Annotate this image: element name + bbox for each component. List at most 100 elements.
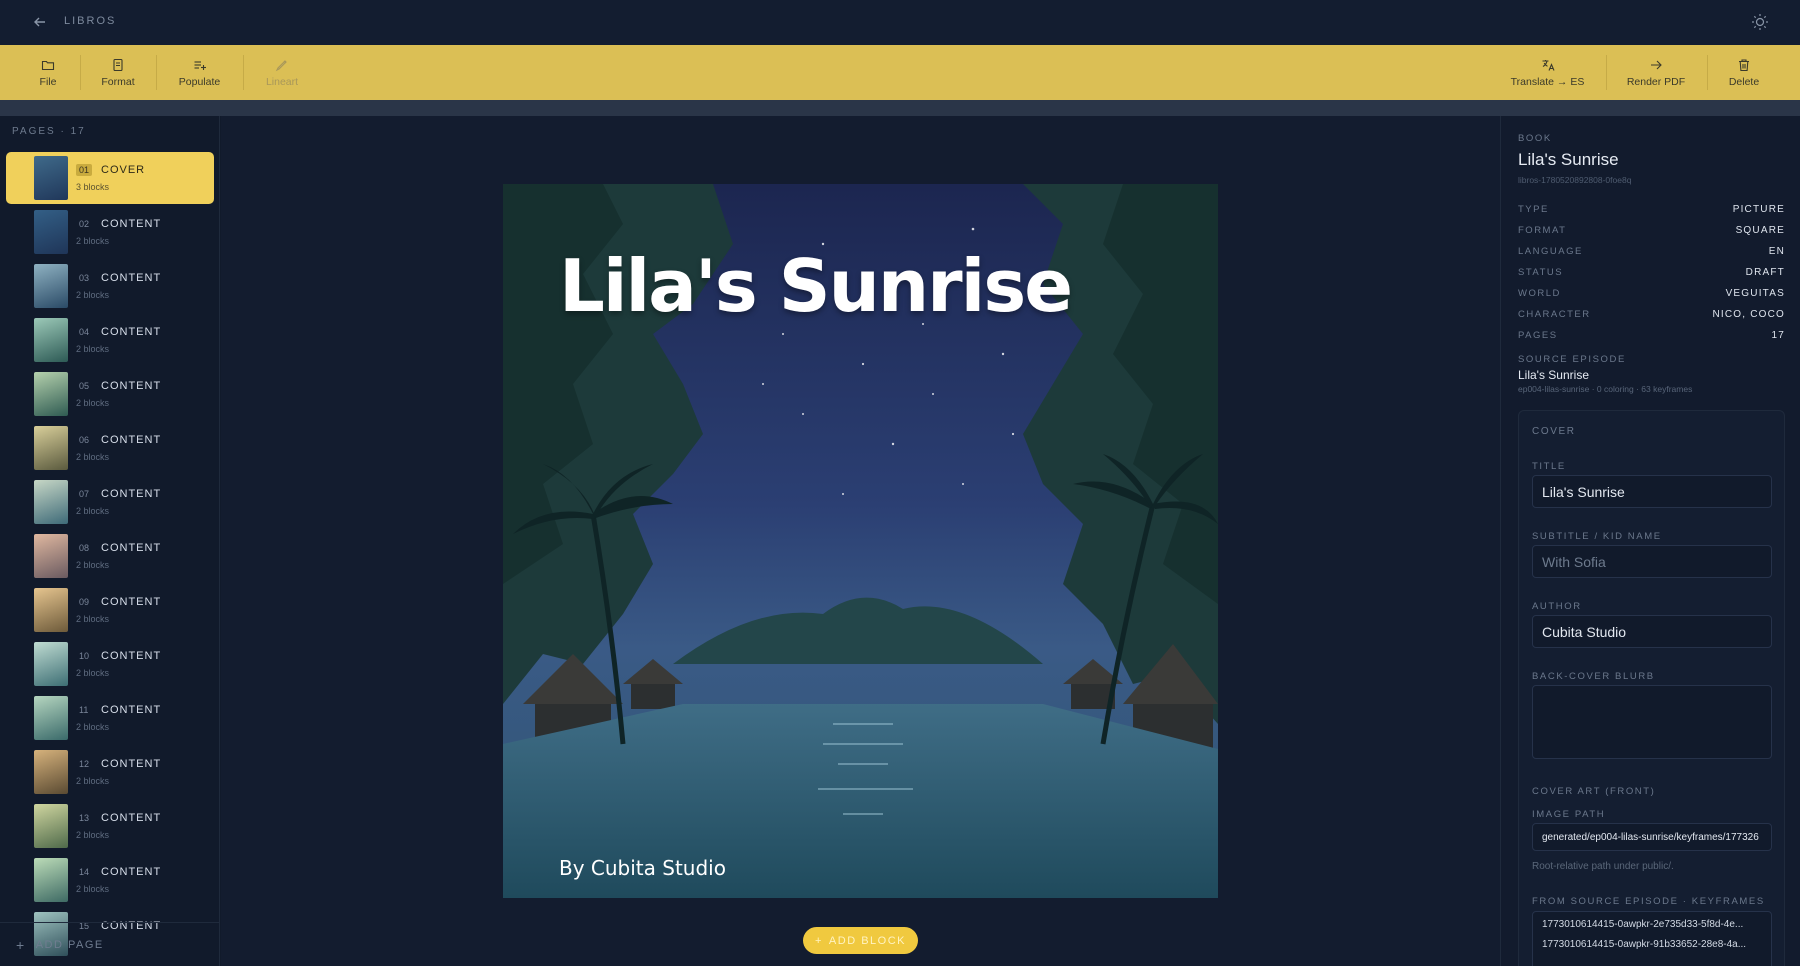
lineart-button[interactable]: Lineart <box>258 45 306 100</box>
trash-icon <box>1739 58 1749 71</box>
meta-value: EN <box>1768 246 1785 257</box>
page-item-07[interactable]: 07 CONTENT 2 blocks <box>6 476 214 528</box>
blurb-textarea[interactable] <box>1532 685 1772 759</box>
author-field-label: AUTHOR <box>1532 601 1582 612</box>
page-block-count: 2 blocks <box>76 344 110 354</box>
book-section-label: BOOK <box>1518 133 1552 144</box>
page-item-12[interactable]: 12 CONTENT 2 blocks <box>6 746 214 798</box>
page-number: 04 <box>79 327 90 337</box>
cover-title-text[interactable]: Lila's Sunrise <box>559 244 1073 328</box>
list-add-icon <box>194 60 206 70</box>
page-number: 06 <box>79 435 90 445</box>
meta-row-status: STATUS DRAFT <box>1518 267 1785 281</box>
page-thumbnail <box>34 858 68 902</box>
page-number: 05 <box>79 381 90 391</box>
page-block-count: 2 blocks <box>76 290 110 300</box>
page-thumbnail <box>34 534 68 578</box>
page-number: 09 <box>79 597 90 607</box>
page-block-count: 2 blocks <box>76 614 110 624</box>
toolbar-divider <box>80 55 81 90</box>
page-thumbnail <box>34 480 68 524</box>
page-item-11[interactable]: 11 CONTENT 2 blocks <box>6 692 214 744</box>
meta-row-pages: PAGES 17 <box>1518 330 1785 344</box>
page-type: COVER <box>101 164 146 176</box>
keyframe-list: 1773010614415-0awpkr-2e735d33-5f8d-4e...… <box>1532 911 1772 966</box>
translate-label: Translate → ES <box>1510 75 1585 88</box>
keyframe-option[interactable]: 1773010614415-0awpkr-91b33652-28e8-4a... <box>1533 932 1771 952</box>
cover-settings-card: COVER TITLE Lila's Sunrise SUBTITLE / KI… <box>1518 410 1785 966</box>
format-button[interactable]: Format <box>95 45 141 100</box>
page-thumbnail <box>34 642 68 686</box>
file-button[interactable]: File <box>28 45 68 100</box>
arrow-right-icon <box>1651 60 1662 69</box>
properties-panel: BOOK Lila's Sunrise libros-1780520892808… <box>1500 116 1800 966</box>
image-path-label: IMAGE PATH <box>1532 809 1606 820</box>
render-pdf-button[interactable]: Render PDF <box>1622 45 1690 100</box>
book-id: libros-1780520892808-0foe8q <box>1518 175 1632 185</box>
pages-sidebar: PAGES · 17 01 COVER 3 blocks 02 CONTENT 2 blo… <box>0 116 220 966</box>
page-block-count: 2 blocks <box>76 452 110 462</box>
back-arrow-icon[interactable] <box>30 12 50 32</box>
page-thumbnail <box>34 696 68 740</box>
add-page-label: ADD PAGE <box>35 938 104 951</box>
page-thumbnail <box>34 426 68 470</box>
page-block-count: 2 blocks <box>76 830 110 840</box>
source-episode-label: SOURCE EPISODE <box>1518 354 1626 365</box>
page-item-02[interactable]: 02 CONTENT 2 blocks <box>6 206 214 258</box>
page-type: CONTENT <box>101 866 162 878</box>
page-number: 02 <box>79 219 90 229</box>
page-type: CONTENT <box>101 758 162 770</box>
page-type: CONTENT <box>101 380 162 392</box>
page-item-04[interactable]: 04 CONTENT 2 blocks <box>6 314 214 366</box>
toolbar: File Format Populate Lineart Translate →… <box>0 45 1800 100</box>
page-item-10[interactable]: 10 CONTENT 2 blocks <box>6 638 214 690</box>
subtitle-input[interactable]: With Sofia <box>1532 545 1772 578</box>
translate-button[interactable]: Translate → ES <box>1505 45 1590 100</box>
page-number: 11 <box>79 705 89 715</box>
title-input[interactable]: Lila's Sunrise <box>1532 475 1772 508</box>
meta-key: FORMAT <box>1518 225 1567 236</box>
meta-value: VEGUITAS <box>1725 288 1785 299</box>
page-item-08[interactable]: 08 CONTENT 2 blocks <box>6 530 214 582</box>
page-item-01[interactable]: 01 COVER 3 blocks <box>6 152 214 204</box>
page-block-count: 2 blocks <box>76 398 110 408</box>
add-page-button[interactable]: + ADD PAGE <box>0 922 219 966</box>
meta-row-world: WORLD VEGUITAS <box>1518 288 1785 302</box>
page-type: CONTENT <box>101 434 162 446</box>
meta-key: TYPE <box>1518 204 1549 215</box>
page-item-13[interactable]: 13 CONTENT 2 blocks <box>6 800 214 852</box>
page-thumbnail <box>34 210 68 254</box>
populate-button[interactable]: Populate <box>172 45 227 100</box>
page-block-count: 3 blocks <box>76 182 110 192</box>
page-type: CONTENT <box>101 218 162 230</box>
delete-button[interactable]: Delete <box>1723 45 1765 100</box>
document-icon <box>113 58 123 71</box>
page-block-count: 2 blocks <box>76 560 110 570</box>
page-thumbnail <box>34 318 68 362</box>
plus-icon: + <box>16 936 26 953</box>
page-block-count: 2 blocks <box>76 668 110 678</box>
meta-row-language: LANGUAGE EN <box>1518 246 1785 260</box>
page-item-03[interactable]: 03 CONTENT 2 blocks <box>6 260 214 312</box>
page-number: 01 <box>76 164 93 176</box>
page-block-count: 2 blocks <box>76 722 110 732</box>
image-path-input[interactable]: generated/ep004-lilas-sunrise/keyframes/… <box>1532 823 1772 851</box>
page-item-05[interactable]: 05 CONTENT 2 blocks <box>6 368 214 420</box>
page-item-06[interactable]: 06 CONTENT 2 blocks <box>6 422 214 474</box>
page-thumbnail <box>34 156 68 200</box>
cover-author-text[interactable]: By Cubita Studio <box>559 856 726 880</box>
author-input[interactable]: Cubita Studio <box>1532 615 1772 648</box>
page-item-14[interactable]: 14 CONTENT 2 blocks <box>6 854 214 906</box>
page-thumbnail <box>34 804 68 848</box>
toolbar-divider <box>156 55 157 90</box>
keyframe-option[interactable]: 1773010614415-0awpkr-2e735d33-5f8d-4e... <box>1533 912 1771 932</box>
add-block-button[interactable]: + ADD BLOCK <box>803 927 918 954</box>
page-thumbnail <box>34 588 68 632</box>
theme-toggle-sun-icon[interactable] <box>1750 12 1770 32</box>
page-thumbnail <box>34 264 68 308</box>
page-item-09[interactable]: 09 CONTENT 2 blocks <box>6 584 214 636</box>
page-number: 10 <box>79 651 90 661</box>
image-path-hint: Root-relative path under public/. <box>1532 861 1674 872</box>
cover-preview[interactable]: Lila's Sunrise By Cubita Studio <box>503 184 1218 898</box>
meta-value: 17 <box>1771 330 1785 341</box>
